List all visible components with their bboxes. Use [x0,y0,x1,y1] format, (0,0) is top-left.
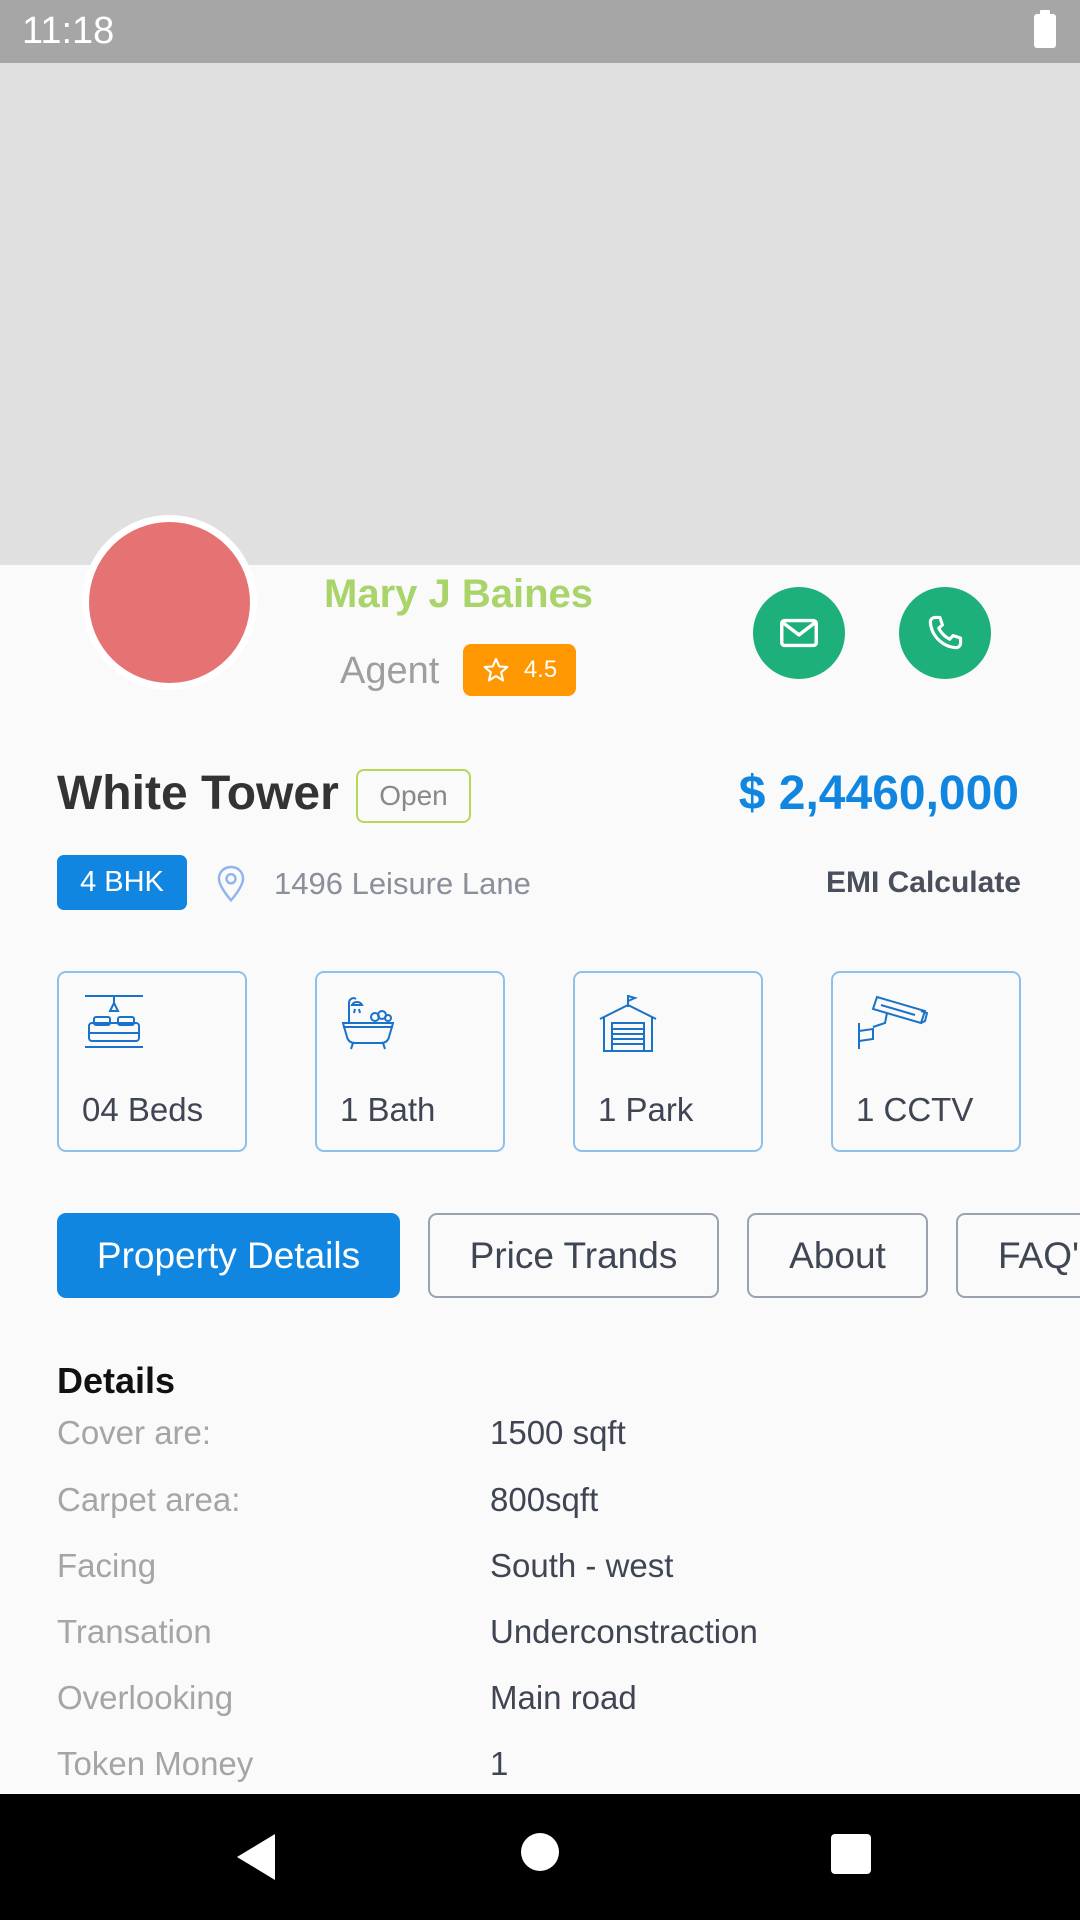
garage-icon [599,995,657,1052]
rating-badge: 4.5 [463,644,576,696]
detail-value: Main road [490,1679,637,1716]
cctv-camera-icon [858,995,929,1049]
bed-icon [85,995,143,1048]
emi-calculate-link[interactable]: EMI Calculate [826,866,1021,900]
battery-icon [1034,10,1056,48]
details-section-title: Details [57,1360,176,1401]
amenity-beds: 04 Beds [57,971,247,1152]
rating-value: 4.5 [523,656,558,683]
status-badge: Open [356,769,471,823]
bathtub-icon [341,997,395,1050]
amenity-parking: 1 Park [573,971,763,1152]
amenity-label: 1 Bath [340,1091,436,1128]
detail-row: Token Money 1 [57,1745,1057,1795]
system-nav-bar [0,1794,1080,1920]
amenity-label: 04 Beds [82,1091,204,1128]
detail-label: Facing [57,1547,157,1584]
property-address: 1496 Leisure Lane [274,866,531,901]
amenity-bath: 1 Bath [315,971,505,1152]
property-title: White Tower [57,767,339,820]
home-icon[interactable] [521,1833,559,1871]
bhk-badge: 4 BHK [57,855,187,910]
mail-icon [780,618,818,648]
detail-row: Carpet area: 800sqft [57,1481,1057,1531]
agent-role: Agent [340,650,440,692]
agent-avatar[interactable] [82,515,257,690]
amenity-label: 1 CCTV [856,1091,974,1128]
location-pin-icon [217,865,245,903]
detail-value: 1 [490,1745,509,1782]
phone-icon [928,615,963,650]
detail-value: 1500 sqft [490,1414,626,1451]
detail-row: Cover are: 1500 sqft [57,1414,1057,1464]
property-hero-image [0,63,1080,565]
detail-value: Underconstraction [490,1613,758,1650]
tab-about[interactable]: About [747,1213,928,1298]
agent-name[interactable]: Mary J Baines [324,572,593,617]
status-time: 11:18 [22,10,115,52]
detail-label: Transation [57,1613,212,1650]
detail-label: Cover are: [57,1414,212,1451]
detail-label: Token Money [57,1745,254,1782]
detail-row: Overlooking Main road [57,1679,1057,1729]
detail-row: Transation Underconstraction [57,1613,1057,1663]
property-price: $ 2,4460,000 [738,767,1019,820]
status-bar: 11:18 [0,0,1080,63]
detail-row: Facing South - west [57,1547,1057,1597]
detail-label: Overlooking [57,1679,234,1716]
tab-faqs[interactable]: FAQ's [956,1213,1080,1298]
detail-value: 800sqft [490,1481,599,1518]
email-agent-button[interactable] [753,587,845,679]
recent-apps-icon[interactable] [831,1834,871,1874]
back-icon[interactable] [237,1834,275,1880]
call-agent-button[interactable] [899,587,991,679]
star-icon [483,657,509,682]
amenity-label: 1 Park [598,1091,694,1128]
detail-value: South - west [490,1547,674,1584]
amenity-cctv: 1 CCTV [831,971,1021,1152]
tab-property-details[interactable]: Property Details [57,1213,400,1298]
detail-label: Carpet area: [57,1481,241,1518]
tab-price-trends[interactable]: Price Trands [428,1213,719,1298]
